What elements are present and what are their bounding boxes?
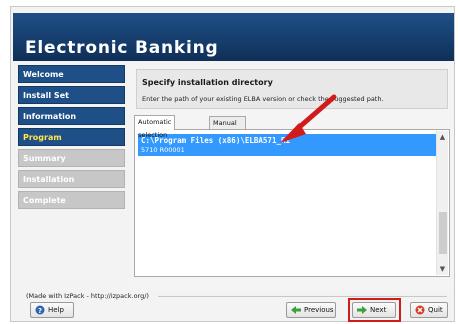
quit-label: Quit (428, 306, 443, 314)
tab-automatic-selection[interactable]: Automatic selection (134, 115, 176, 139)
scroll-up-icon[interactable]: ▲ (437, 131, 448, 143)
content-panel: Specify installation directory Enter the… (130, 65, 452, 291)
banner: Electronic Banking (13, 13, 454, 61)
tab-manual-selection[interactable]: Manual selection (209, 116, 247, 140)
arrow-left-icon (291, 306, 301, 314)
step-program: Program (18, 128, 125, 146)
help-label: Help (48, 306, 64, 314)
scroll-down-icon[interactable]: ▼ (437, 263, 448, 275)
page-title: Specify installation directory (142, 78, 273, 87)
list-item-selected-path[interactable]: C:\Program Files (x86)\ELBA571_R1 5710 R… (138, 134, 436, 156)
step-complete: Complete (18, 191, 125, 209)
help-icon: ? (35, 305, 45, 315)
scroll-thumb[interactable] (439, 212, 447, 254)
heading-box: Specify installation directory Enter the… (136, 69, 448, 109)
path-list: C:\Program Files (x86)\ELBA571_R1 5710 R… (134, 129, 450, 277)
step-installation: Installation (18, 170, 125, 188)
next-button-highlight (348, 298, 401, 322)
close-icon (415, 305, 425, 315)
steps-sidebar: Welcome Install Set Information Program … (18, 65, 125, 212)
vertical-scrollbar[interactable]: ▲ ▼ (436, 131, 448, 275)
previous-button[interactable]: Previous (286, 302, 336, 318)
app-title: Electronic Banking (25, 38, 219, 58)
svg-text:?: ? (38, 307, 42, 315)
help-button[interactable]: ? Help (30, 302, 74, 318)
version-number: 5710 R00001 (141, 146, 185, 154)
previous-label: Previous (304, 306, 334, 314)
step-information: Information (18, 107, 125, 125)
installer-window: Electronic Banking Welcome Install Set I… (10, 6, 455, 322)
footer-divider (158, 296, 447, 297)
made-with-izpack: (Made with IzPack - http://izpack.org/) (26, 292, 149, 300)
step-welcome: Welcome (18, 65, 125, 83)
page-description: Enter the path of your existing ELBA ver… (142, 95, 384, 103)
step-install-set: Install Set (18, 86, 125, 104)
quit-button[interactable]: Quit (410, 302, 448, 318)
step-summary: Summary (18, 149, 125, 167)
